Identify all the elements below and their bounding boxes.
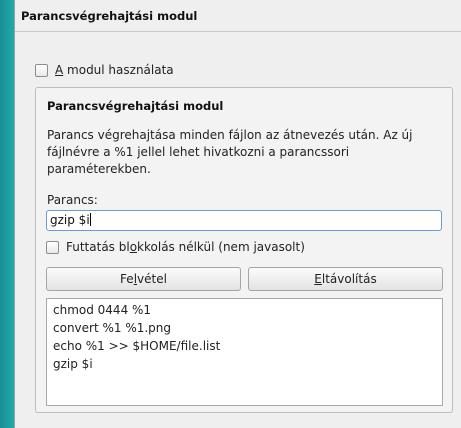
command-label: Parancs: [47,193,98,207]
dialog-title: Parancsvégrehajtási modul [21,9,198,23]
nonblocking-mnemonic: o [129,240,138,254]
group-description: Parancs végrehajtása minden fájlon az át… [47,128,413,176]
use-module-mnemonic: A [55,63,64,77]
text-caret [89,213,91,226]
remove-button-mnemonic: E [314,272,322,286]
desktop-background-strip [0,0,14,428]
command-input[interactable]: gzip $i [46,210,442,231]
use-module-label[interactable]: A modul használata [55,63,174,77]
command-input-value: gzip $i [50,213,90,227]
add-button[interactable]: Felvétel [46,267,241,291]
use-module-checkbox[interactable] [35,64,48,77]
nonblocking-checkbox[interactable] [46,241,59,254]
nonblocking-label[interactable]: Futtatás blokkolás nélkül (nem javasolt) [66,240,305,254]
command-module-dialog: Parancsvégrehajtási modul A modul haszná… [14,0,461,428]
nonblocking-label-part2: kkolás nélkül (nem javasolt) [137,240,305,254]
list-item[interactable]: chmod 0444 %1 [47,301,442,319]
use-module-label-text: modul használata [63,63,174,77]
nonblocking-label-part1: Futtatás bl [66,240,130,254]
dialog-header: Parancsvégrehajtási modul [15,0,461,32]
remove-button-label-part2: ltávolítás [321,272,377,286]
remove-button[interactable]: Eltávolítás [248,267,443,291]
command-list[interactable]: chmod 0444 %1 convert %1 %1.png echo %1 … [46,298,443,406]
add-button-label-part2: vétel [137,272,167,286]
add-button-label-part1: Fe [120,272,134,286]
list-item[interactable]: convert %1 %1.png [47,319,442,337]
group-title: Parancsvégrehajtási modul [47,99,224,113]
command-module-group: Parancsvégrehajtási modul Parancs végreh… [35,87,453,413]
list-item[interactable]: gzip $i [47,355,442,373]
screen: Parancsvégrehajtási modul A modul haszná… [0,0,461,428]
list-item[interactable]: echo %1 >> $HOME/file.list [47,337,442,355]
